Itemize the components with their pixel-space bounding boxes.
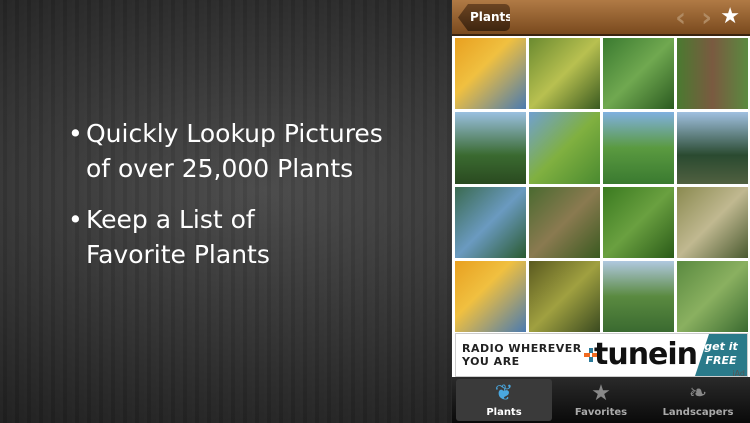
chevron-left-icon[interactable]: ‹ [675, 3, 686, 33]
plant-photo-tile[interactable] [455, 260, 526, 332]
ad-text: RADIO WHEREVER YOU ARE [462, 342, 582, 368]
bullet-line: Quickly Lookup Pictures [86, 119, 383, 148]
cta-line: get it [704, 340, 738, 353]
plant-photo-grid [455, 38, 748, 332]
plant-photo-tile[interactable] [677, 186, 748, 258]
plant-photo-tile[interactable] [677, 260, 748, 332]
plant-photo-tile[interactable] [529, 112, 600, 184]
tab-label: Favorites [574, 407, 628, 418]
ad-banner[interactable]: RADIO WHEREVER YOU ARE tunein get it FREE … [455, 333, 748, 378]
plant-photo-tile[interactable] [603, 260, 674, 332]
tab-plants[interactable]: ❦ Plants [456, 379, 552, 421]
ad-brand: tunein [594, 337, 698, 372]
plant-photo-tile[interactable] [603, 112, 674, 184]
plant-photo-tile[interactable] [455, 186, 526, 258]
plant-photo-tile[interactable] [677, 38, 748, 110]
tab-landscapers[interactable]: ❧ Landscapers [650, 379, 746, 421]
plant-photo-tile[interactable] [603, 186, 674, 258]
ad-line: YOU ARE [462, 355, 520, 368]
ad-line: RADIO WHEREVER [462, 342, 582, 355]
plant-photo-tile[interactable] [455, 38, 526, 110]
back-button[interactable]: Plants [458, 4, 510, 31]
plant-icon: ❦ [494, 381, 514, 406]
tab-label: Plants [486, 407, 522, 418]
star-icon[interactable]: ★ [720, 4, 740, 29]
star-icon: ★ [591, 381, 611, 406]
plant-photo-tile[interactable] [677, 112, 748, 184]
plant-photo-tile[interactable] [529, 260, 600, 332]
plant-photo-tile[interactable] [529, 38, 600, 110]
tab-favorites[interactable]: ★ Favorites [553, 379, 649, 421]
phone-screen: Plants ‹ › ★ RADIO WHEREVER YOU ARE tunei… [452, 0, 750, 423]
chevron-right-icon[interactable]: › [701, 3, 712, 33]
feature-list: • Quickly Lookup Pictures of over 25,000 P… [68, 116, 383, 288]
tab-label: Landscapers [662, 407, 734, 418]
cta-line: FREE [705, 354, 737, 367]
bullet-line: Favorite Plants [86, 240, 270, 269]
nav-bar: Plants ‹ › ★ [452, 0, 750, 36]
plant-photo-tile[interactable] [529, 186, 600, 258]
feature-bullet: • Keep a List of Favorite Plants [68, 202, 383, 272]
tab-bar: ❦ Plants ★ Favorites ❧ Landscapers [452, 377, 750, 423]
bullet-line: of over 25,000 Plants [86, 154, 354, 183]
plant-photo-tile[interactable] [455, 112, 526, 184]
bullet-line: Keep a List of [86, 205, 255, 234]
feature-bullet: • Quickly Lookup Pictures of over 25,000 P… [68, 116, 383, 186]
tree-icon: ❧ [688, 381, 708, 406]
plant-photo-tile[interactable] [603, 38, 674, 110]
